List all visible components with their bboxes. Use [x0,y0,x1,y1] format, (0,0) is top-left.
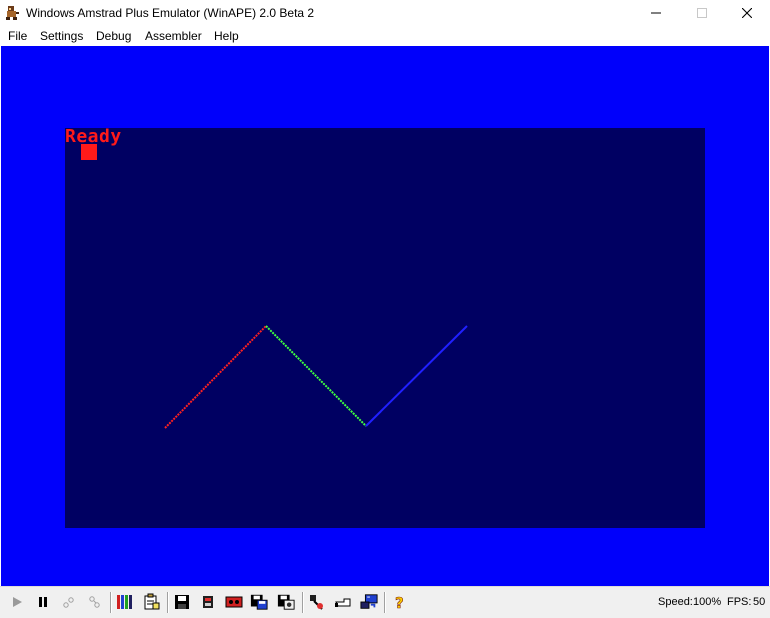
hand-button[interactable] [334,593,352,611]
speed-value: 100% [693,596,722,608]
rom-icon [203,596,213,608]
help-button[interactable]: ? [391,593,409,611]
save-disk-icon [250,594,268,610]
toolbar-separator [302,592,304,613]
disk-button[interactable] [173,593,191,611]
hand-icon [335,598,351,607]
title-bar[interactable]: Windows Amstrad Plus Emulator (WinAPE) 2… [0,0,770,26]
menu-file[interactable]: File [8,29,27,43]
status-toolbar: ? Speed: 100% FPS: 50 [0,586,770,618]
clipboard-icon [144,593,160,610]
pause-icon [39,597,47,607]
maximize-button[interactable] [679,0,725,26]
menu-assembler[interactable]: Assembler [145,29,202,43]
help-icon: ? [395,594,404,610]
maximize-icon [697,8,707,18]
toolbar-separator [167,592,169,613]
cpc-screen[interactable]: Ready [65,128,705,528]
graphics-lines [164,325,468,429]
close-button[interactable] [724,0,770,26]
fps-label: FPS: [727,596,752,608]
close-icon [742,8,752,18]
menu-bar: File Settings Debug Assembler Help [0,26,770,46]
monitor-icon [360,594,378,609]
joystick-button[interactable] [308,593,326,611]
cassette-icon [225,596,243,608]
play-button[interactable] [8,593,26,611]
green-line [265,325,367,427]
minimize-icon [651,12,661,14]
pause-button[interactable] [34,593,52,611]
clipboard-button[interactable] [143,593,161,611]
emulator-display[interactable]: Ready [1,46,769,586]
cassette-button[interactable] [225,593,243,611]
winape-app-icon[interactable] [5,5,21,21]
svg-text:?: ? [395,594,404,610]
window-title: Windows Amstrad Plus Emulator (WinAPE) 2… [26,6,315,20]
snapshot-icon [277,594,295,610]
menu-debug[interactable]: Debug [96,29,131,43]
fps-value: 50 [753,596,766,608]
play-icon [13,597,22,607]
joystick-icon [310,595,323,610]
blue-line [365,325,468,427]
menu-help[interactable]: Help [214,29,239,43]
tape-button[interactable] [116,593,134,611]
minimize-button[interactable] [633,0,679,26]
disk-icon [175,595,189,609]
menu-settings[interactable]: Settings [40,29,83,43]
toolbar-separator [110,592,112,613]
save-disk-button[interactable] [250,593,268,611]
step-over-button[interactable] [86,593,104,611]
step-over-icon [89,596,100,608]
rom-button[interactable] [199,593,217,611]
red-line [164,325,267,429]
speed-label: Speed: [658,596,693,608]
snapshot-button[interactable] [277,593,295,611]
step-button[interactable] [60,593,78,611]
tape-icon [117,595,132,609]
monitor-button[interactable] [360,593,378,611]
step-icon [63,597,74,608]
toolbar-separator [384,592,386,613]
